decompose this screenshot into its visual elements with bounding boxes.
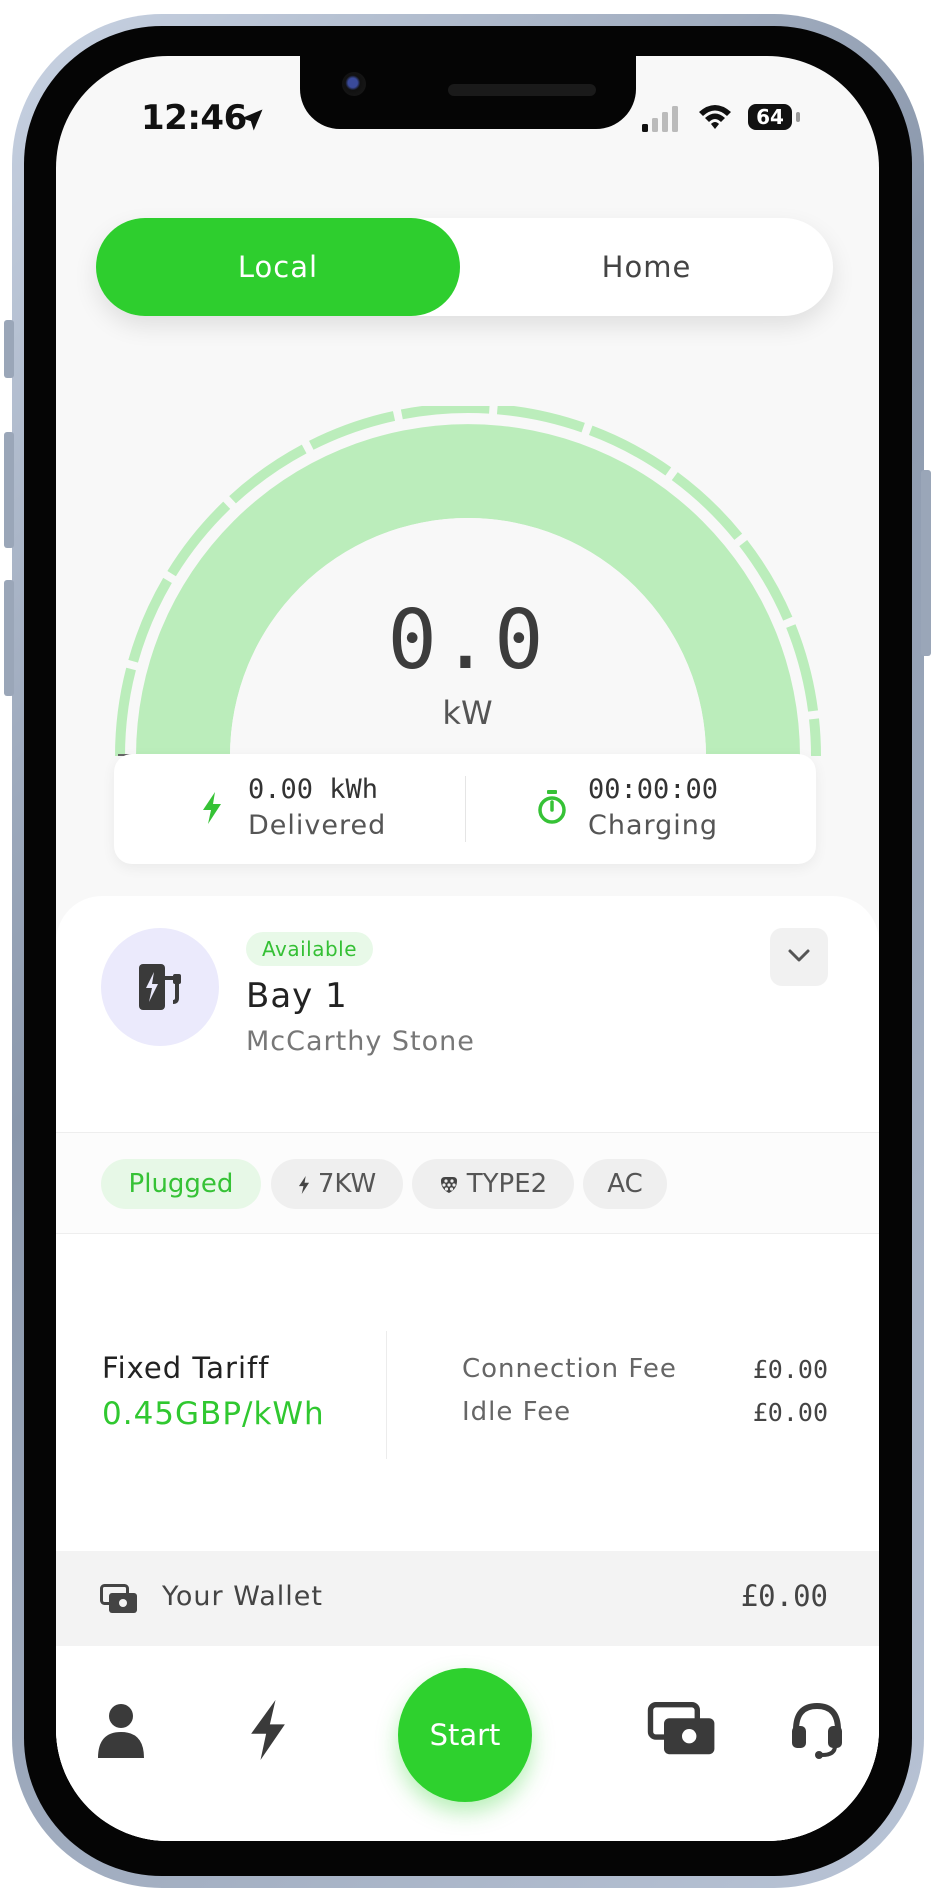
toggle-local[interactable]: Local [96, 218, 460, 316]
charge-icon [251, 1700, 285, 1760]
start-button[interactable]: Start [398, 1668, 532, 1802]
nav-profile[interactable] [84, 1696, 158, 1770]
mode-toggle: Local Home [96, 218, 833, 316]
stopwatch-icon [538, 790, 566, 824]
bolt-icon [298, 1175, 309, 1194]
front-camera [342, 72, 366, 96]
connection-fee-label: Connection Fee [462, 1354, 677, 1384]
status-badge: Available [246, 932, 374, 966]
battery-icon: 64 [748, 104, 792, 130]
chip-connector-label: TYPE2 [466, 1169, 548, 1199]
side-button-left-3 [4, 580, 14, 696]
expand-button[interactable] [770, 928, 828, 986]
chevron-down-icon [788, 949, 810, 962]
app-screen: 12:46 64 Local Home 0.0 kW 0.00 kWh Deli… [56, 56, 879, 1841]
chip-plugged: Plugged [101, 1159, 261, 1209]
wallet-icon [647, 1702, 715, 1755]
energy-label: Delivered [248, 810, 387, 841]
energy-value: 0.00 kWh [248, 774, 379, 805]
battery-tip [796, 112, 800, 122]
idle-fee-value: £0.00 [752, 1398, 828, 1427]
timer-value: 00:00:00 [588, 774, 719, 805]
chip-connector: TYPE2 [412, 1159, 574, 1209]
side-button-left-1 [4, 320, 14, 378]
timer-label: Charging [588, 810, 719, 841]
tariff-name: Fixed Tariff [102, 1351, 270, 1385]
chip-power: 7KW [271, 1159, 403, 1209]
location-arrow-icon [241, 109, 263, 131]
ev-station-avatar [101, 928, 219, 1046]
bay-name: Bay 1 [246, 976, 348, 1016]
nav-wallet[interactable] [644, 1694, 724, 1768]
idle-fee-label: Idle Fee [462, 1397, 572, 1427]
card-divider-bottom [56, 1233, 879, 1234]
side-button-left-2 [4, 432, 14, 548]
bolt-icon [203, 792, 221, 824]
site-name: McCarthy Stone [246, 1026, 475, 1057]
status-time: 12:46 [141, 98, 247, 138]
stats-divider [465, 776, 466, 842]
wallet-label: Your Wallet [162, 1581, 323, 1612]
bottom-nav: Start [56, 1646, 879, 1841]
tariff-rate: 0.45GBP/kWh [102, 1396, 325, 1432]
wallet-icon [100, 1584, 137, 1613]
power-unit: kW [442, 694, 493, 732]
side-button-right [921, 470, 931, 656]
ev-station-icon [139, 964, 181, 1010]
charging-stats: 0.00 kWh Delivered 00:00:00 Charging [114, 754, 816, 864]
wallet-amount: £0.00 [740, 1579, 828, 1613]
earpiece-speaker [448, 84, 596, 96]
wifi-icon [699, 105, 731, 129]
nav-charge[interactable] [228, 1696, 302, 1770]
power-value: 0.0 [387, 593, 548, 688]
toggle-home[interactable]: Home [460, 218, 833, 316]
headset-icon [792, 1702, 842, 1759]
connection-fee-value: £0.00 [752, 1355, 828, 1384]
plug-type2-icon [440, 1176, 457, 1193]
wallet-row[interactable]: Your Wallet £0.00 [56, 1551, 879, 1646]
signal-icon [642, 106, 678, 132]
user-icon [98, 1704, 144, 1758]
tariff-divider [386, 1331, 387, 1459]
chip-current-type: AC [583, 1159, 667, 1209]
connector-chips: Plugged 7KW TYPE2 AC [56, 1133, 879, 1233]
nav-support[interactable] [780, 1694, 854, 1768]
chip-power-label: 7KW [317, 1169, 377, 1199]
